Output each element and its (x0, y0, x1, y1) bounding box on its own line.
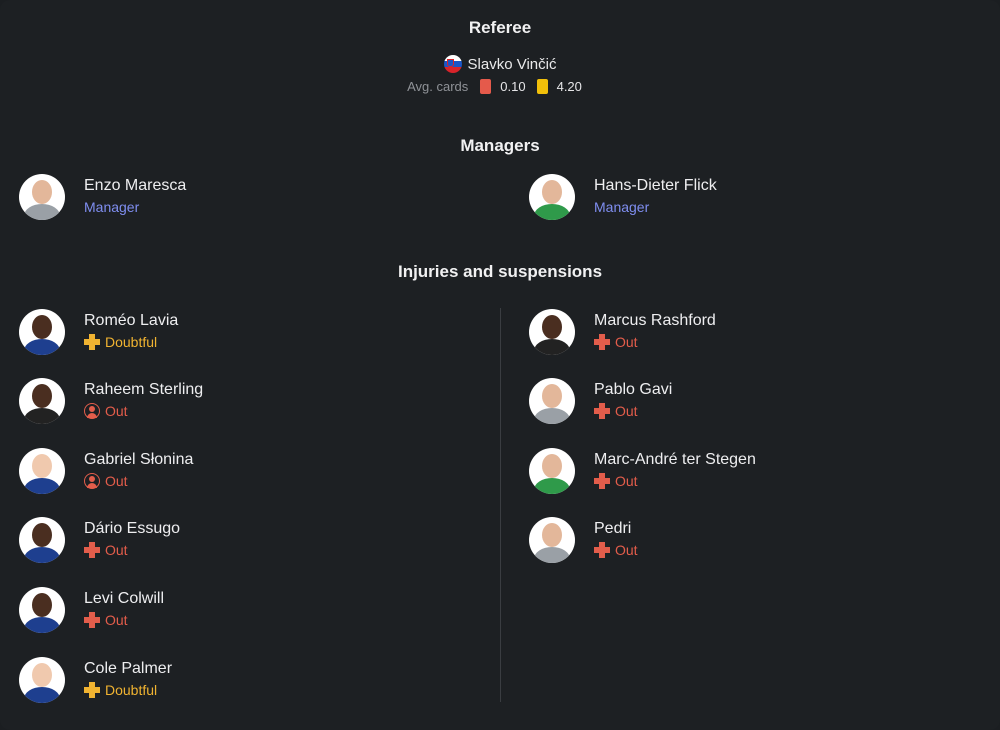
avatar (19, 587, 65, 633)
player-name: Marc-André ter Stegen (594, 451, 756, 468)
avatar (19, 448, 65, 494)
list-item[interactable]: Cole Palmer Doubtful (19, 657, 172, 703)
red-card-avg: 0.10 (500, 79, 526, 94)
managers-heading: Managers (460, 136, 540, 155)
suspension-icon (84, 403, 100, 419)
manager-role: Manager (84, 199, 140, 215)
status-badge: Out (594, 331, 716, 353)
red-card-icon (480, 79, 492, 94)
status-badge: Out (594, 400, 672, 422)
status-badge: Out (84, 539, 180, 561)
injury-icon (84, 334, 100, 350)
player-name: Roméo Lavia (84, 312, 179, 329)
list-item[interactable]: Pablo Gavi Out (529, 378, 672, 424)
injury-icon (594, 334, 610, 350)
status-badge: Doubtful (84, 331, 178, 353)
status-badge: Doubtful (84, 679, 172, 701)
manager-name: Hans-Dieter Flick (594, 177, 717, 194)
avatar (529, 309, 575, 355)
match-info-panel: Referee Slavko Vinčić Avg. cards 0.10 4.… (0, 0, 1000, 730)
avatar (19, 517, 65, 563)
list-item[interactable]: Marc-André ter Stegen Out (529, 448, 756, 494)
referee-heading: Referee (468, 18, 532, 37)
avatar (529, 517, 575, 563)
manager-role: Manager (594, 199, 650, 215)
player-name: Marcus Rashford (594, 312, 716, 329)
avatar (529, 378, 575, 424)
injury-icon (84, 542, 100, 558)
slovenia-flag-icon (443, 55, 462, 73)
player-name: Raheem Sterling (84, 381, 204, 398)
suspension-icon (84, 473, 100, 489)
referee-row: Slavko Vinčić (0, 55, 1000, 73)
player-name: Pablo Gavi (594, 381, 673, 398)
yellow-card-avg: 4.20 (556, 79, 582, 94)
list-item[interactable]: Gabriel Słonina Out (19, 448, 193, 494)
player-name: Levi Colwill (84, 590, 165, 607)
status-badge: Out (84, 609, 164, 631)
injury-icon (594, 542, 610, 558)
manager-away[interactable]: Hans-Dieter Flick Manager (529, 174, 717, 220)
referee-avg-cards: Avg. cards 0.10 4.20 (0, 79, 1000, 94)
avatar (529, 448, 575, 494)
column-divider (500, 308, 501, 702)
injury-icon (84, 682, 100, 698)
yellow-card-icon (536, 79, 548, 94)
list-item[interactable]: Pedri Out (529, 517, 638, 563)
injuries-heading: Injuries and suspensions (397, 262, 603, 281)
avatar (19, 309, 65, 355)
injury-icon (594, 473, 610, 489)
player-name: Cole Palmer (84, 660, 173, 677)
list-item[interactable]: Levi Colwill Out (19, 587, 164, 633)
injury-icon (594, 403, 610, 419)
list-item[interactable]: Dário Essugo Out (19, 517, 180, 563)
referee-name[interactable]: Slavko Vinčić (468, 56, 557, 73)
avatar (529, 174, 575, 220)
avatar (19, 378, 65, 424)
manager-home[interactable]: Enzo Maresca Manager (19, 174, 186, 220)
avatar (19, 657, 65, 703)
list-item[interactable]: Roméo Lavia Doubtful (19, 309, 178, 355)
list-item[interactable]: Raheem Sterling Out (19, 378, 203, 424)
status-badge: Out (594, 539, 638, 561)
status-badge: Out (84, 470, 193, 492)
injury-icon (84, 612, 100, 628)
player-name: Dário Essugo (84, 520, 181, 537)
player-name: Gabriel Słonina (84, 451, 194, 468)
status-badge: Out (84, 400, 203, 422)
avg-cards-label: Avg. cards (407, 79, 469, 94)
list-item[interactable]: Marcus Rashford Out (529, 309, 716, 355)
status-badge: Out (594, 470, 756, 492)
avatar (19, 174, 65, 220)
manager-name: Enzo Maresca (84, 177, 187, 194)
player-name: Pedri (594, 520, 632, 537)
